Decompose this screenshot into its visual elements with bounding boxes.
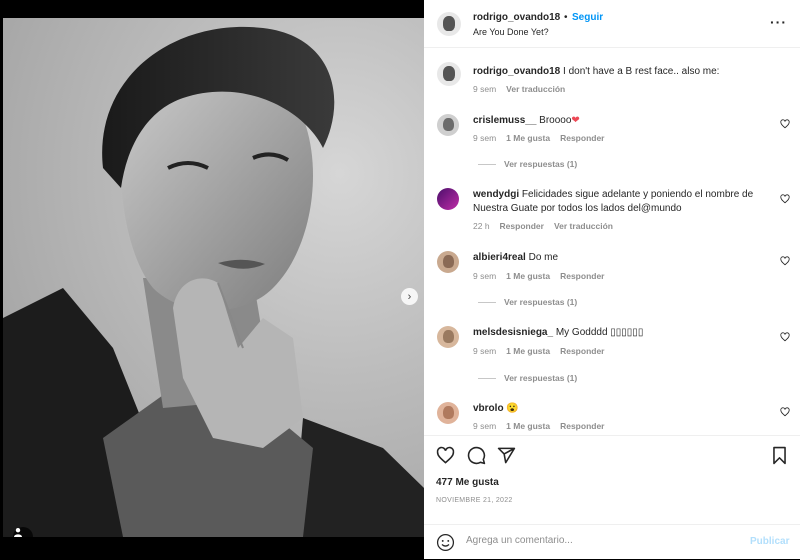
heart-icon[interactable]	[780, 119, 790, 129]
post-modal: › rodrigo_ovando18 • Seguir Are You Done…	[0, 0, 800, 559]
audio-title[interactable]: Are You Done Yet?	[473, 27, 549, 37]
comment-composer: Publicar	[424, 524, 800, 560]
post-date[interactable]: NOVIEMBRE 21, 2022	[436, 497, 513, 504]
portrait-photo	[3, 26, 424, 537]
comment-avatar[interactable]	[437, 114, 459, 136]
comment-avatar[interactable]	[437, 188, 459, 210]
publish-button[interactable]: Publicar	[750, 536, 789, 547]
comment-body: albieri4real Do me	[473, 251, 773, 265]
view-replies-button[interactable]: Ver respuestas (1)	[478, 373, 577, 383]
post-image[interactable]: ›	[3, 18, 424, 537]
comment-body: crislemuss__ Broooo❤	[473, 114, 773, 128]
translate-link[interactable]: Ver traducción	[554, 221, 613, 231]
comment-body: wendydgi Felicidades sigue adelante y po…	[473, 188, 773, 216]
caption-avatar[interactable]	[437, 62, 461, 86]
smiley-icon[interactable]	[436, 533, 455, 552]
replies-line	[478, 301, 496, 303]
comment-time[interactable]: 9 sem	[473, 346, 496, 356]
comment-time[interactable]: 9 sem	[473, 133, 496, 143]
comment-time[interactable]: 9 sem	[473, 271, 496, 281]
comment-username[interactable]: albieri4real	[473, 252, 526, 263]
comment-username[interactable]: vbrolo	[473, 403, 504, 414]
comment-meta: 9 sem 1 Me gusta Responder	[473, 271, 605, 281]
comment-likes[interactable]: 1 Me gusta	[506, 133, 550, 143]
view-replies-label: Ver respuestas (1)	[504, 297, 578, 307]
comment-avatar[interactable]	[437, 251, 459, 273]
comment-meta: 9 sem 1 Me gusta Responder	[473, 346, 605, 356]
comment-avatar[interactable]	[437, 326, 459, 348]
heart-icon[interactable]	[780, 332, 790, 342]
more-options-button[interactable]: ···	[770, 14, 787, 30]
reply-button[interactable]: Responder	[500, 221, 544, 231]
author-avatar[interactable]	[437, 12, 461, 36]
view-replies-button[interactable]: Ver respuestas (1)	[478, 159, 577, 169]
post-actions: 477 Me gusta NOVIEMBRE 21, 2022 Publicar	[424, 435, 800, 559]
comment-likes[interactable]: 1 Me gusta	[506, 421, 550, 431]
heart-emoji: ❤	[571, 115, 580, 126]
author-username[interactable]: rodrigo_ovando18	[473, 12, 560, 23]
likes-count[interactable]: 477 Me gusta	[436, 477, 499, 488]
reply-button[interactable]: Responder	[560, 421, 604, 431]
caption-meta: 9 sem Ver traducción	[473, 84, 565, 94]
view-replies-button[interactable]: Ver respuestas (1)	[478, 297, 577, 307]
comment-username[interactable]: wendydgi	[473, 189, 519, 200]
comment-likes[interactable]: 1 Me gusta	[506, 346, 550, 356]
comment-time[interactable]: 9 sem	[473, 421, 496, 431]
follow-button[interactable]: Seguir	[572, 12, 603, 23]
comment-text: Broooo	[536, 115, 572, 126]
comment-time[interactable]: 22 h	[473, 221, 490, 231]
post-side-panel: rodrigo_ovando18 • Seguir Are You Done Y…	[424, 0, 800, 559]
chevron-right-icon: ›	[407, 290, 412, 303]
comments-list[interactable]: rodrigo_ovando18 I don't have a B rest f…	[424, 48, 800, 435]
user-icon	[14, 528, 22, 537]
heart-icon[interactable]	[436, 446, 455, 465]
comment-icon[interactable]	[467, 446, 486, 465]
comment-text: My Godddd ▯▯▯▯▯▯	[553, 327, 644, 338]
reply-button[interactable]: Responder	[560, 271, 604, 281]
translate-link[interactable]: Ver traducción	[506, 84, 565, 94]
header-separator: •	[564, 12, 568, 23]
view-replies-label: Ver respuestas (1)	[504, 159, 578, 169]
replies-line	[478, 163, 496, 165]
comment-username[interactable]: melsdesisniega_	[473, 327, 553, 338]
caption-time[interactable]: 9 sem	[473, 84, 496, 94]
comment-meta: 9 sem 1 Me gusta Responder	[473, 133, 605, 143]
comment-likes[interactable]: 1 Me gusta	[506, 271, 550, 281]
heart-icon[interactable]	[780, 256, 790, 266]
reply-button[interactable]: Responder	[560, 346, 604, 356]
caption: rodrigo_ovando18 I don't have a B rest f…	[473, 65, 783, 79]
comment-meta: 9 sem 1 Me gusta Responder	[473, 421, 605, 431]
heart-icon[interactable]	[780, 407, 790, 417]
post-header: rodrigo_ovando18 • Seguir Are You Done Y…	[424, 0, 800, 48]
comment-text: Do me	[525, 252, 559, 263]
caption-text: I don't have a B rest face.. also me:	[560, 66, 720, 77]
bookmark-icon[interactable]	[770, 446, 789, 465]
comment-username[interactable]: crislemuss__	[473, 115, 536, 126]
surprised-emoji: 😮	[506, 403, 519, 414]
reply-button[interactable]: Responder	[560, 133, 604, 143]
comment-meta: 22 h Responder Ver traducción	[473, 221, 613, 231]
heart-icon[interactable]	[780, 194, 790, 204]
comment-avatar[interactable]	[437, 402, 459, 424]
comment-input[interactable]	[466, 535, 736, 546]
more-horizontal-icon: ···	[770, 14, 787, 30]
next-image-button[interactable]: ›	[401, 288, 418, 305]
comment-body: melsdesisniega_ My Godddd ▯▯▯▯▯▯	[473, 326, 773, 340]
caption-username[interactable]: rodrigo_ovando18	[473, 66, 560, 77]
replies-line	[478, 377, 496, 379]
view-replies-label: Ver respuestas (1)	[504, 373, 578, 383]
share-icon[interactable]	[497, 446, 516, 465]
comment-body: vbrolo 😮	[473, 402, 773, 416]
